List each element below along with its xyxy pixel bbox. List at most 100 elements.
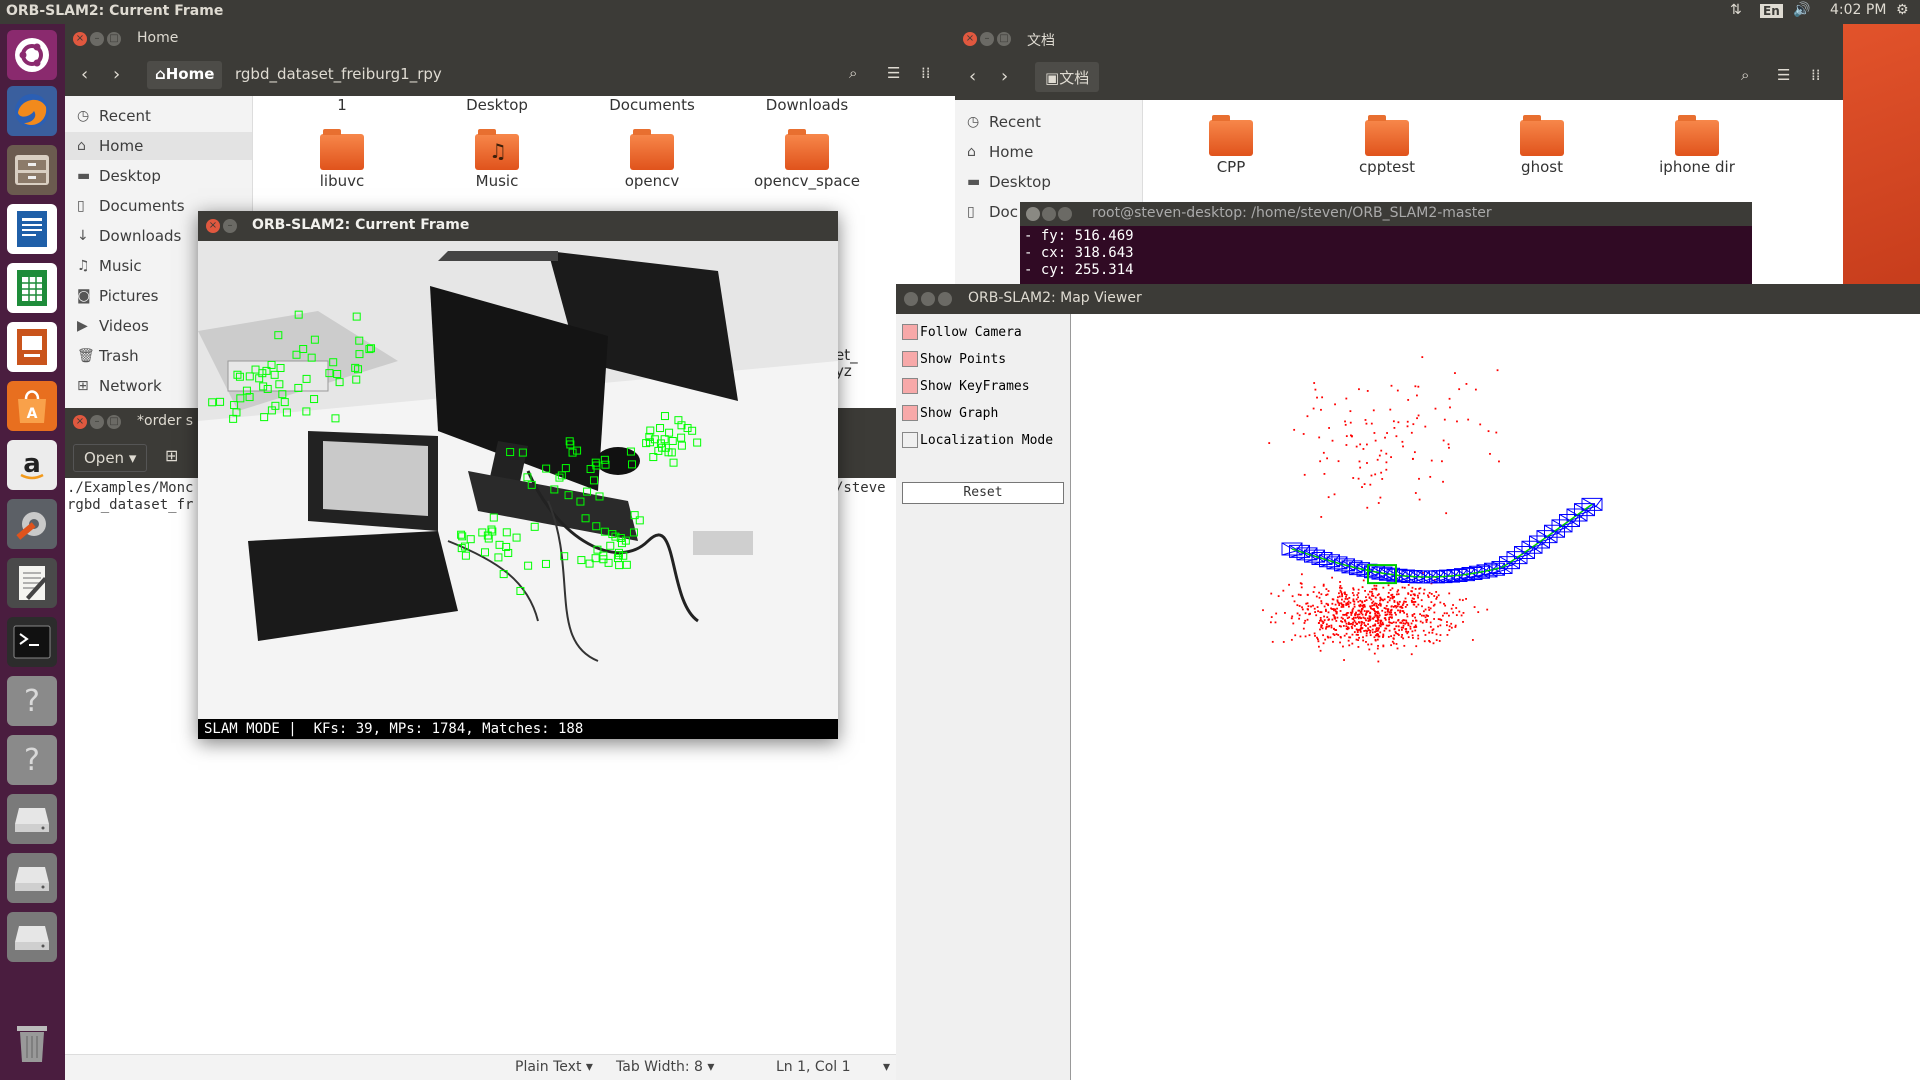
impress-icon[interactable]: [7, 322, 57, 372]
folder-label[interactable]: opencv: [577, 172, 727, 190]
list-view-icon[interactable]: ☰: [1777, 66, 1790, 84]
ubuntu-dash-icon[interactable]: [7, 30, 57, 80]
unknown-app-icon[interactable]: ?: [7, 676, 57, 726]
list-view-icon[interactable]: ☰: [887, 64, 900, 82]
folder-label[interactable]: libuvc: [267, 172, 417, 190]
volume-icon[interactable]: 🔊: [1793, 2, 1810, 18]
sidebar-item-home[interactable]: ⌂ Home: [955, 138, 1142, 166]
calc-icon[interactable]: [7, 263, 57, 313]
music-folder-icon[interactable]: ♫: [475, 129, 519, 170]
close-icon[interactable]: ×: [963, 32, 977, 46]
map-3d-canvas[interactable]: [1072, 314, 1920, 1080]
language-selector[interactable]: Plain Text ▾: [515, 1059, 593, 1075]
firefox-icon[interactable]: [7, 86, 57, 136]
folder-icon[interactable]: [1520, 115, 1564, 156]
folder-icon[interactable]: [1365, 115, 1409, 156]
grid-view-icon[interactable]: ⁞⁞: [1811, 66, 1821, 84]
close-icon[interactable]: ×: [206, 219, 220, 233]
map-viewer-titlebar[interactable]: ORB-SLAM2: Map Viewer: [896, 284, 1920, 314]
folder-icon[interactable]: [630, 129, 674, 170]
show-graph-checkbox[interactable]: Show Graph: [902, 403, 998, 423]
maximize-icon[interactable]: □: [107, 32, 121, 46]
insert-mode-dropdown-icon[interactable]: ▾: [883, 1059, 890, 1075]
software-center-icon[interactable]: A: [7, 381, 57, 431]
folder-icon[interactable]: [1209, 115, 1253, 156]
folder-icon[interactable]: [320, 129, 364, 170]
folder-label[interactable]: Music: [422, 172, 572, 190]
file-label[interactable]: 1: [267, 96, 417, 114]
amazon-icon[interactable]: a: [7, 440, 57, 490]
system-settings-icon[interactable]: [7, 499, 57, 549]
back-icon[interactable]: ‹: [969, 66, 976, 87]
drive-icon[interactable]: [7, 853, 57, 903]
close-icon[interactable]: [1026, 207, 1040, 221]
maximize-icon[interactable]: [1058, 207, 1072, 221]
minimize-icon[interactable]: –: [90, 32, 104, 46]
map-point: [1352, 621, 1354, 624]
sidebar-item-home[interactable]: ⌂ Home: [65, 132, 252, 160]
sidebar-item-desktop[interactable]: ▬ Desktop: [65, 162, 252, 190]
file-label[interactable]: Desktop: [422, 96, 572, 114]
terminal-body[interactable]: - fy: 516.469 - cx: 318.643 - cy: 255.31…: [1020, 226, 1752, 284]
close-icon[interactable]: ×: [73, 415, 87, 429]
follow-camera-checkbox[interactable]: Follow Camera: [902, 322, 1022, 342]
sidebar-item-recent[interactable]: ◷ Recent: [955, 108, 1142, 136]
reset-button[interactable]: Reset: [902, 482, 1064, 504]
drive-icon[interactable]: [7, 912, 57, 962]
current-frame-titlebar[interactable]: × – ORB-SLAM2: Current Frame: [198, 211, 838, 241]
open-button[interactable]: Open ▾: [73, 444, 148, 472]
tab-width-selector[interactable]: Tab Width: 8 ▾: [616, 1059, 714, 1075]
grid-view-icon[interactable]: ⁞⁞: [921, 64, 931, 82]
map-point: [1374, 473, 1377, 476]
folder-label[interactable]: iphone dir: [1622, 158, 1772, 176]
path-docs-button[interactable]: ▣文档: [1035, 62, 1100, 92]
docs-titlebar[interactable]: × – □ 文档: [955, 24, 1843, 54]
text-editor-icon[interactable]: [7, 558, 57, 608]
folder-label[interactable]: CPP: [1156, 158, 1306, 176]
writer-icon[interactable]: [7, 204, 57, 254]
drive-icon[interactable]: [7, 794, 57, 844]
files-icon[interactable]: [7, 145, 57, 195]
minimize-icon[interactable]: –: [980, 32, 994, 46]
show-keyframes-checkbox[interactable]: Show KeyFrames: [902, 376, 1030, 396]
minimize-icon[interactable]: [921, 292, 935, 306]
forward-icon[interactable]: ›: [1001, 66, 1008, 87]
settings-gear-icon[interactable]: ⚙: [1896, 2, 1909, 18]
terminal-titlebar[interactable]: root@steven-desktop: /home/steven/ORB_SL…: [1020, 202, 1752, 226]
search-icon[interactable]: ⌕: [849, 64, 857, 82]
close-icon[interactable]: ×: [73, 32, 87, 46]
path-current-button[interactable]: rgbd_dataset_freiburg1_rpy: [235, 65, 442, 83]
localization-mode-checkbox[interactable]: Localization Mode: [902, 430, 1053, 450]
terminal-icon[interactable]: [7, 617, 57, 667]
show-points-checkbox[interactable]: Show Points: [902, 349, 1006, 369]
gedit-text-area[interactable]: ./Examples/Monc rgbd_dataset_fr: [67, 480, 193, 514]
folder-label[interactable]: cpptest: [1312, 158, 1462, 176]
cursor-position[interactable]: Ln 1, Col 1: [776, 1059, 851, 1075]
folder-icon[interactable]: [1675, 115, 1719, 156]
file-label[interactable]: Downloads: [732, 96, 882, 114]
back-icon[interactable]: ‹: [81, 64, 88, 85]
unknown-app-icon[interactable]: ?: [7, 735, 57, 785]
sidebar-item-desktop[interactable]: ▬ Desktop: [955, 168, 1142, 196]
maximize-icon[interactable]: □: [107, 415, 121, 429]
trash-icon[interactable]: [7, 1019, 57, 1069]
folder-icon[interactable]: [785, 129, 829, 170]
sidebar-item-recent[interactable]: ◷ Recent: [65, 102, 252, 130]
network-icon[interactable]: ⇅: [1730, 2, 1742, 18]
minimize-icon[interactable]: –: [223, 219, 237, 233]
path-home-button[interactable]: ⌂Home: [147, 61, 223, 89]
clock[interactable]: 4:02 PM: [1830, 2, 1886, 18]
minimize-icon[interactable]: [1042, 207, 1056, 221]
maximize-icon[interactable]: [938, 292, 952, 306]
minimize-icon[interactable]: –: [90, 415, 104, 429]
folder-label[interactable]: ghost: [1467, 158, 1617, 176]
file-label[interactable]: Documents: [577, 96, 727, 114]
maximize-icon[interactable]: □: [997, 32, 1011, 46]
folder-label[interactable]: opencv_space: [732, 172, 882, 190]
new-document-icon[interactable]: ⊞: [165, 446, 178, 465]
home-titlebar[interactable]: × – □ Home: [65, 24, 955, 54]
search-icon[interactable]: ⌕: [1741, 66, 1749, 84]
close-icon[interactable]: [904, 292, 918, 306]
keyboard-layout-indicator[interactable]: En: [1760, 4, 1783, 18]
forward-icon[interactable]: ›: [113, 64, 120, 85]
